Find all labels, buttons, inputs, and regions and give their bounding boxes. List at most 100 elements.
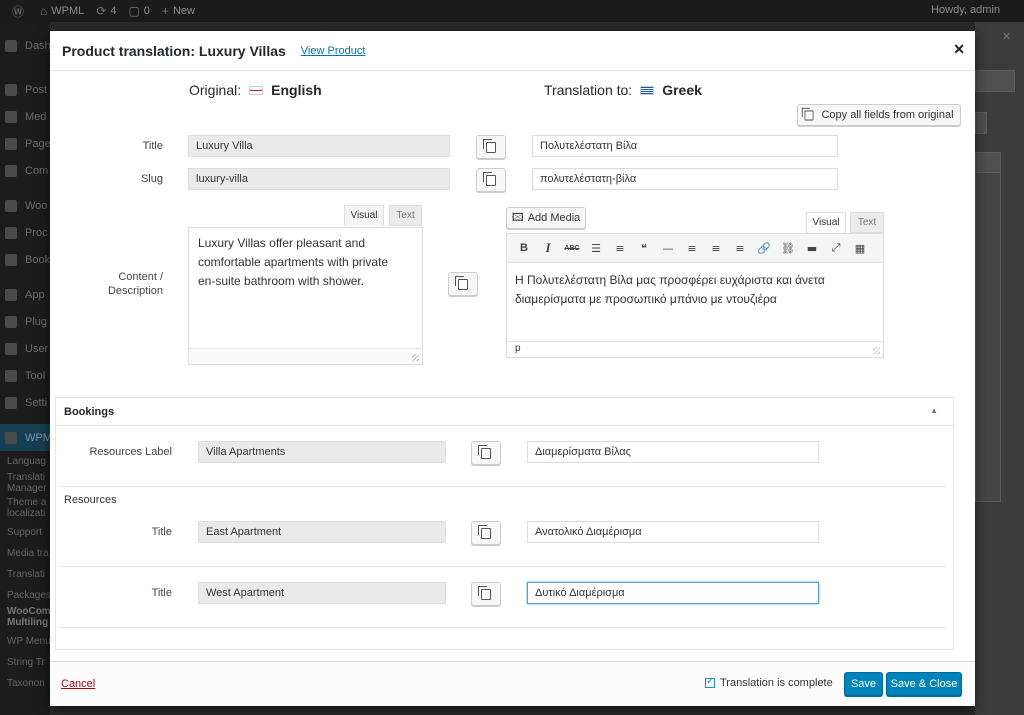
menu-item-dashboard[interactable]: Dash [0, 32, 50, 59]
menu-item-woocommerce[interactable]: Woo [0, 192, 50, 219]
title-label: Title [142, 140, 163, 152]
insert-link-button[interactable]: 🔗 [752, 238, 776, 258]
resource1-translation-input[interactable]: Ανατολικό Διαμέρισμα [527, 521, 819, 543]
align-right-button[interactable]: ≡ [728, 238, 752, 258]
copy-icon [478, 524, 491, 539]
numbered-list-button[interactable]: ≡ [608, 238, 632, 258]
blockquote-button[interactable]: ❝ [632, 238, 656, 258]
submenu-woocommerce[interactable]: WooCom [0, 606, 50, 617]
new-content-link[interactable]: + New [162, 4, 195, 18]
bold-button[interactable]: B [512, 238, 536, 258]
checkbox-checked-icon[interactable] [705, 676, 715, 688]
menu-item-posts[interactable]: Post [0, 76, 50, 103]
menu-item-pages[interactable]: Page [0, 130, 50, 157]
view-product-link[interactable]: View Product [301, 45, 366, 57]
resources-label-translation-input[interactable]: Διαμερίσματα Βίλας [527, 441, 819, 463]
translation-modal: Product translation: Luxury Villas View … [50, 31, 975, 706]
slug-translation-input[interactable]: πολυτελέστατη-βίλα [532, 168, 838, 190]
menu-item-bookings[interactable]: Book [0, 246, 50, 273]
menu-item-comments[interactable]: Com [0, 157, 50, 184]
copy-icon [483, 171, 496, 186]
submenu-multilingual: Multiling [7, 617, 49, 628]
copy-resource1-button[interactable] [471, 521, 501, 545]
copy-icon [802, 107, 814, 120]
submenu-translation[interactable]: Translati [0, 472, 50, 483]
submenu-theme[interactable]: Theme a [0, 497, 50, 508]
resize-handle-icon[interactable] [412, 354, 419, 361]
menu-item-products[interactable]: Proc [0, 219, 50, 246]
wordpress-logo-icon[interactable]: Ⓦ [12, 3, 28, 20]
comments-link[interactable]: ▢ 0 [128, 4, 149, 18]
title-translation-input[interactable]: Πολυτελέστατη Βίλα [532, 135, 838, 157]
toolbar-toggle-button[interactable]: ▦ [848, 238, 872, 258]
submenu-string-translation[interactable]: String Tr [0, 652, 50, 673]
copy-title-button[interactable] [476, 135, 506, 159]
menu-item-plugins[interactable]: Plug [0, 308, 50, 335]
translation-content-text[interactable]: Η Πολυτελέστατη Βίλα μας προσφέρει ευχάρ… [515, 271, 825, 309]
title-original-field: Luxury Villa [188, 135, 450, 157]
collapse-arrow-icon[interactable]: ▲ [930, 406, 938, 415]
media-icon [5, 110, 17, 123]
submenu-support[interactable]: Support [0, 522, 50, 543]
submenu-packages[interactable]: Packages [0, 585, 50, 606]
resource2-translation-input[interactable]: Δυτικό Διαμέρισμα [527, 582, 819, 604]
submenu-translations[interactable]: Translati [0, 564, 50, 585]
save-button[interactable]: Save [844, 672, 883, 696]
submenu-languages[interactable]: Languag [0, 451, 50, 472]
strikethrough-button[interactable]: ABC [560, 238, 584, 258]
copy-resource2-button[interactable] [471, 582, 501, 606]
refresh-icon: ⟳ [96, 4, 107, 18]
close-icon[interactable]: ✕ [953, 41, 965, 58]
save-and-close-button[interactable]: Save & Close [886, 672, 962, 696]
menu-item-media[interactable]: Med [0, 103, 50, 130]
remove-link-button[interactable]: ⛓ [776, 238, 800, 258]
account-menu[interactable]: Howdy, admin [931, 4, 1000, 16]
admin-bar: Ⓦ ⌂ WPML ⟳ 4 ▢ 0 + New Howdy, admin [0, 0, 1024, 22]
menu-item-users[interactable]: User [0, 335, 50, 362]
translation-visual-tab[interactable]: Visual [806, 212, 846, 233]
resources-label-label: Resources Label [89, 446, 172, 458]
menu-item-settings[interactable]: Setti [0, 389, 50, 416]
fullscreen-button[interactable]: ⤢ [824, 238, 848, 258]
dashboard-icon [5, 39, 17, 52]
translation-text-tab[interactable]: Text [850, 212, 884, 233]
section-divider [59, 566, 946, 567]
submenu-taxonomy[interactable]: Taxonon [0, 673, 50, 694]
original-content-editor: Luxury Villas offer pleasant and comfort… [188, 227, 423, 365]
modal-title: Product translation: Luxury Villas [62, 42, 286, 59]
add-media-icon: 🖾 [511, 210, 524, 224]
editor-path-tag[interactable]: p [515, 343, 521, 354]
translation-content-editor: B I ABC ☰ ≡ ❝ — ≡ ≡ ≡ 🔗 ⛓ ▬ ⤢ ▦ Η Πολυτελέστατη Βίλα μ… [506, 233, 884, 358]
resources-heading: Resources [64, 494, 117, 506]
resize-handle-icon[interactable] [873, 347, 880, 354]
copy-slug-button[interactable] [476, 168, 506, 192]
updates-link[interactable]: ⟳ 4 [96, 4, 116, 18]
copy-content-button[interactable] [448, 272, 478, 296]
bookings-section: Bookings ▲ Resources Label Villa Apartme… [55, 397, 954, 650]
bookings-section-header[interactable]: Bookings ▲ [56, 398, 953, 426]
wrench-icon [5, 369, 17, 382]
copy-all-fields-button[interactable]: Copy all fields from original [797, 104, 961, 126]
menu-item-tools[interactable]: Tool [0, 362, 50, 389]
italic-button[interactable]: I [536, 238, 560, 258]
background-search-button [975, 152, 1001, 174]
original-text-tab[interactable]: Text [389, 205, 422, 226]
read-more-button[interactable]: ▬ [800, 238, 824, 258]
menu-item-wpml[interactable]: WPM [0, 424, 50, 451]
copy-icon [478, 444, 491, 459]
bullet-list-button[interactable]: ☰ [584, 238, 608, 258]
original-visual-tab[interactable]: Visual [344, 205, 384, 226]
add-media-button[interactable]: 🖾 Add Media [506, 207, 586, 229]
submenu-wp-menus[interactable]: WP Menu [0, 631, 50, 652]
submenu-media-translation[interactable]: Media tra [0, 543, 50, 564]
copy-resources-label-button[interactable] [471, 441, 501, 465]
menu-item-appearance[interactable]: App [0, 281, 50, 308]
horizontal-line-button[interactable]: — [656, 238, 680, 258]
align-left-button[interactable]: ≡ [680, 238, 704, 258]
translation-complete-checkbox[interactable]: Translation is complete [705, 676, 833, 689]
site-name-link[interactable]: ⌂ WPML [40, 4, 84, 18]
page-icon [5, 137, 17, 150]
align-center-button[interactable]: ≡ [704, 238, 728, 258]
modal-header: Product translation: Luxury Villas View … [50, 31, 975, 71]
cancel-link[interactable]: Cancel [61, 678, 95, 690]
